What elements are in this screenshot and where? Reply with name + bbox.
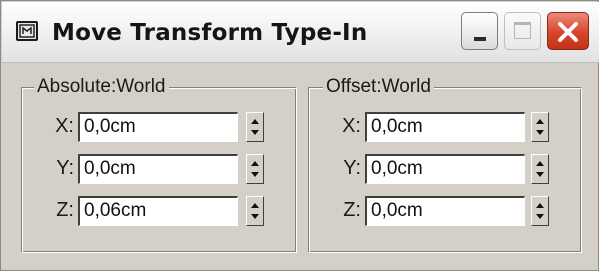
spinner-arrows-icon (536, 119, 544, 135)
axis-label-y: Y: (56, 157, 74, 179)
absolute-y-spinner[interactable] (246, 154, 264, 184)
title-bar[interactable]: Move Transform Type-In (2, 2, 599, 63)
absolute-z-row: Z: 0,06cm (22, 194, 296, 226)
absolute-x-spinner[interactable] (246, 112, 264, 142)
absolute-x-input[interactable]: 0,0cm (78, 112, 238, 142)
app-icon[interactable] (16, 21, 38, 41)
close-icon (558, 22, 578, 42)
offset-x-spinner[interactable] (531, 112, 549, 142)
offset-x-input[interactable]: 0,0cm (365, 112, 525, 142)
minimize-button[interactable] (461, 12, 498, 50)
offset-z-input[interactable]: 0,0cm (365, 196, 525, 226)
absolute-z-input[interactable]: 0,06cm (78, 196, 238, 226)
axis-label-y: Y: (343, 157, 361, 179)
spinner-arrows-icon (251, 203, 259, 219)
spinner-arrows-icon (251, 119, 259, 135)
close-button[interactable] (547, 12, 589, 50)
move-transform-dialog: Move Transform Type-In Absolute:World X:… (0, 0, 599, 271)
spinner-arrows-icon (251, 161, 259, 177)
spinner-arrows-icon (536, 203, 544, 219)
absolute-x-row: X: 0,0cm (22, 110, 296, 142)
offset-z-spinner[interactable] (531, 196, 549, 226)
axis-label-z: Z: (56, 199, 74, 221)
offset-world-legend: Offset:World (323, 75, 434, 99)
absolute-world-legend: Absolute:World (34, 75, 169, 99)
window-title: Move Transform Type-In (52, 20, 368, 46)
offset-y-input[interactable]: 0,0cm (365, 154, 525, 184)
spinner-arrows-icon (536, 161, 544, 177)
axis-label-z: Z: (343, 199, 361, 221)
axis-label-x: X: (342, 115, 361, 137)
maximize-button[interactable] (504, 12, 541, 50)
absolute-z-spinner[interactable] (246, 196, 264, 226)
axis-label-x: X: (55, 115, 74, 137)
offset-z-row: Z: 0,0cm (309, 194, 581, 226)
minimize-icon (474, 37, 486, 41)
offset-y-spinner[interactable] (531, 154, 549, 184)
maximize-icon (514, 22, 531, 39)
offset-world-group: Offset:World X: 0,0cm Y: 0,0cm Z: 0,0cm (308, 75, 582, 253)
offset-x-row: X: 0,0cm (309, 110, 581, 142)
absolute-y-input[interactable]: 0,0cm (78, 154, 238, 184)
offset-y-row: Y: 0,0cm (309, 152, 581, 184)
absolute-y-row: Y: 0,0cm (22, 152, 296, 184)
absolute-world-group: Absolute:World X: 0,0cm Y: 0,0cm Z: 0,06… (21, 75, 297, 253)
